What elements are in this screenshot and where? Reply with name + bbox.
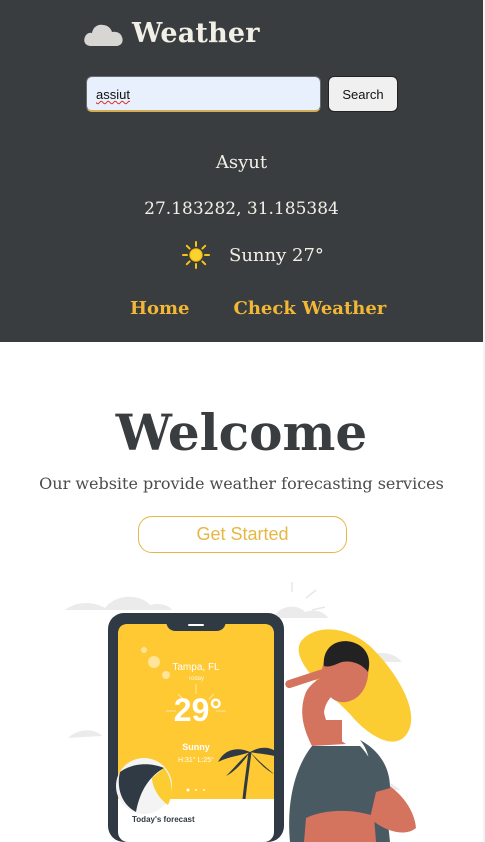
- city-name: Asyut: [215, 152, 268, 173]
- illustration-temperature: 29°: [174, 692, 222, 728]
- sun-icon: [182, 241, 210, 269]
- nav-check-weather[interactable]: Check Weather: [234, 298, 387, 319]
- illustration-condition: Sunny: [182, 742, 210, 752]
- cloud-icon: [84, 24, 123, 46]
- weather-app-illustration: Tampa, FL Today 29° Sunny H:31° L:25° To…: [65, 582, 416, 842]
- site-header: Weather assiut Search Asyut 27.183282, 3…: [0, 0, 483, 342]
- nav-home[interactable]: Home: [130, 298, 190, 319]
- illustration-forecast-label: Today's forecast: [132, 815, 195, 824]
- condition-text: Sunny 27°: [229, 244, 324, 266]
- search-button[interactable]: Search: [328, 76, 398, 112]
- coordinates: 27.183282, 31.185384: [144, 199, 339, 219]
- main-nav: Home Check Weather: [130, 298, 386, 319]
- hero-title: Welcome: [115, 403, 368, 462]
- brand[interactable]: Weather: [82, 18, 260, 49]
- hero-subtitle: Our website provide weather forecasting …: [39, 474, 444, 493]
- illustration-day: Today: [188, 676, 204, 682]
- search-input-value: assiut: [96, 87, 130, 102]
- get-started-button[interactable]: Get Started: [138, 516, 347, 553]
- illustration-city: Tampa, FL: [172, 662, 220, 673]
- illustration-range: H:31° L:25°: [178, 756, 214, 764]
- weather-condition: Sunny 27°: [182, 241, 324, 269]
- brand-title: Weather: [132, 18, 260, 49]
